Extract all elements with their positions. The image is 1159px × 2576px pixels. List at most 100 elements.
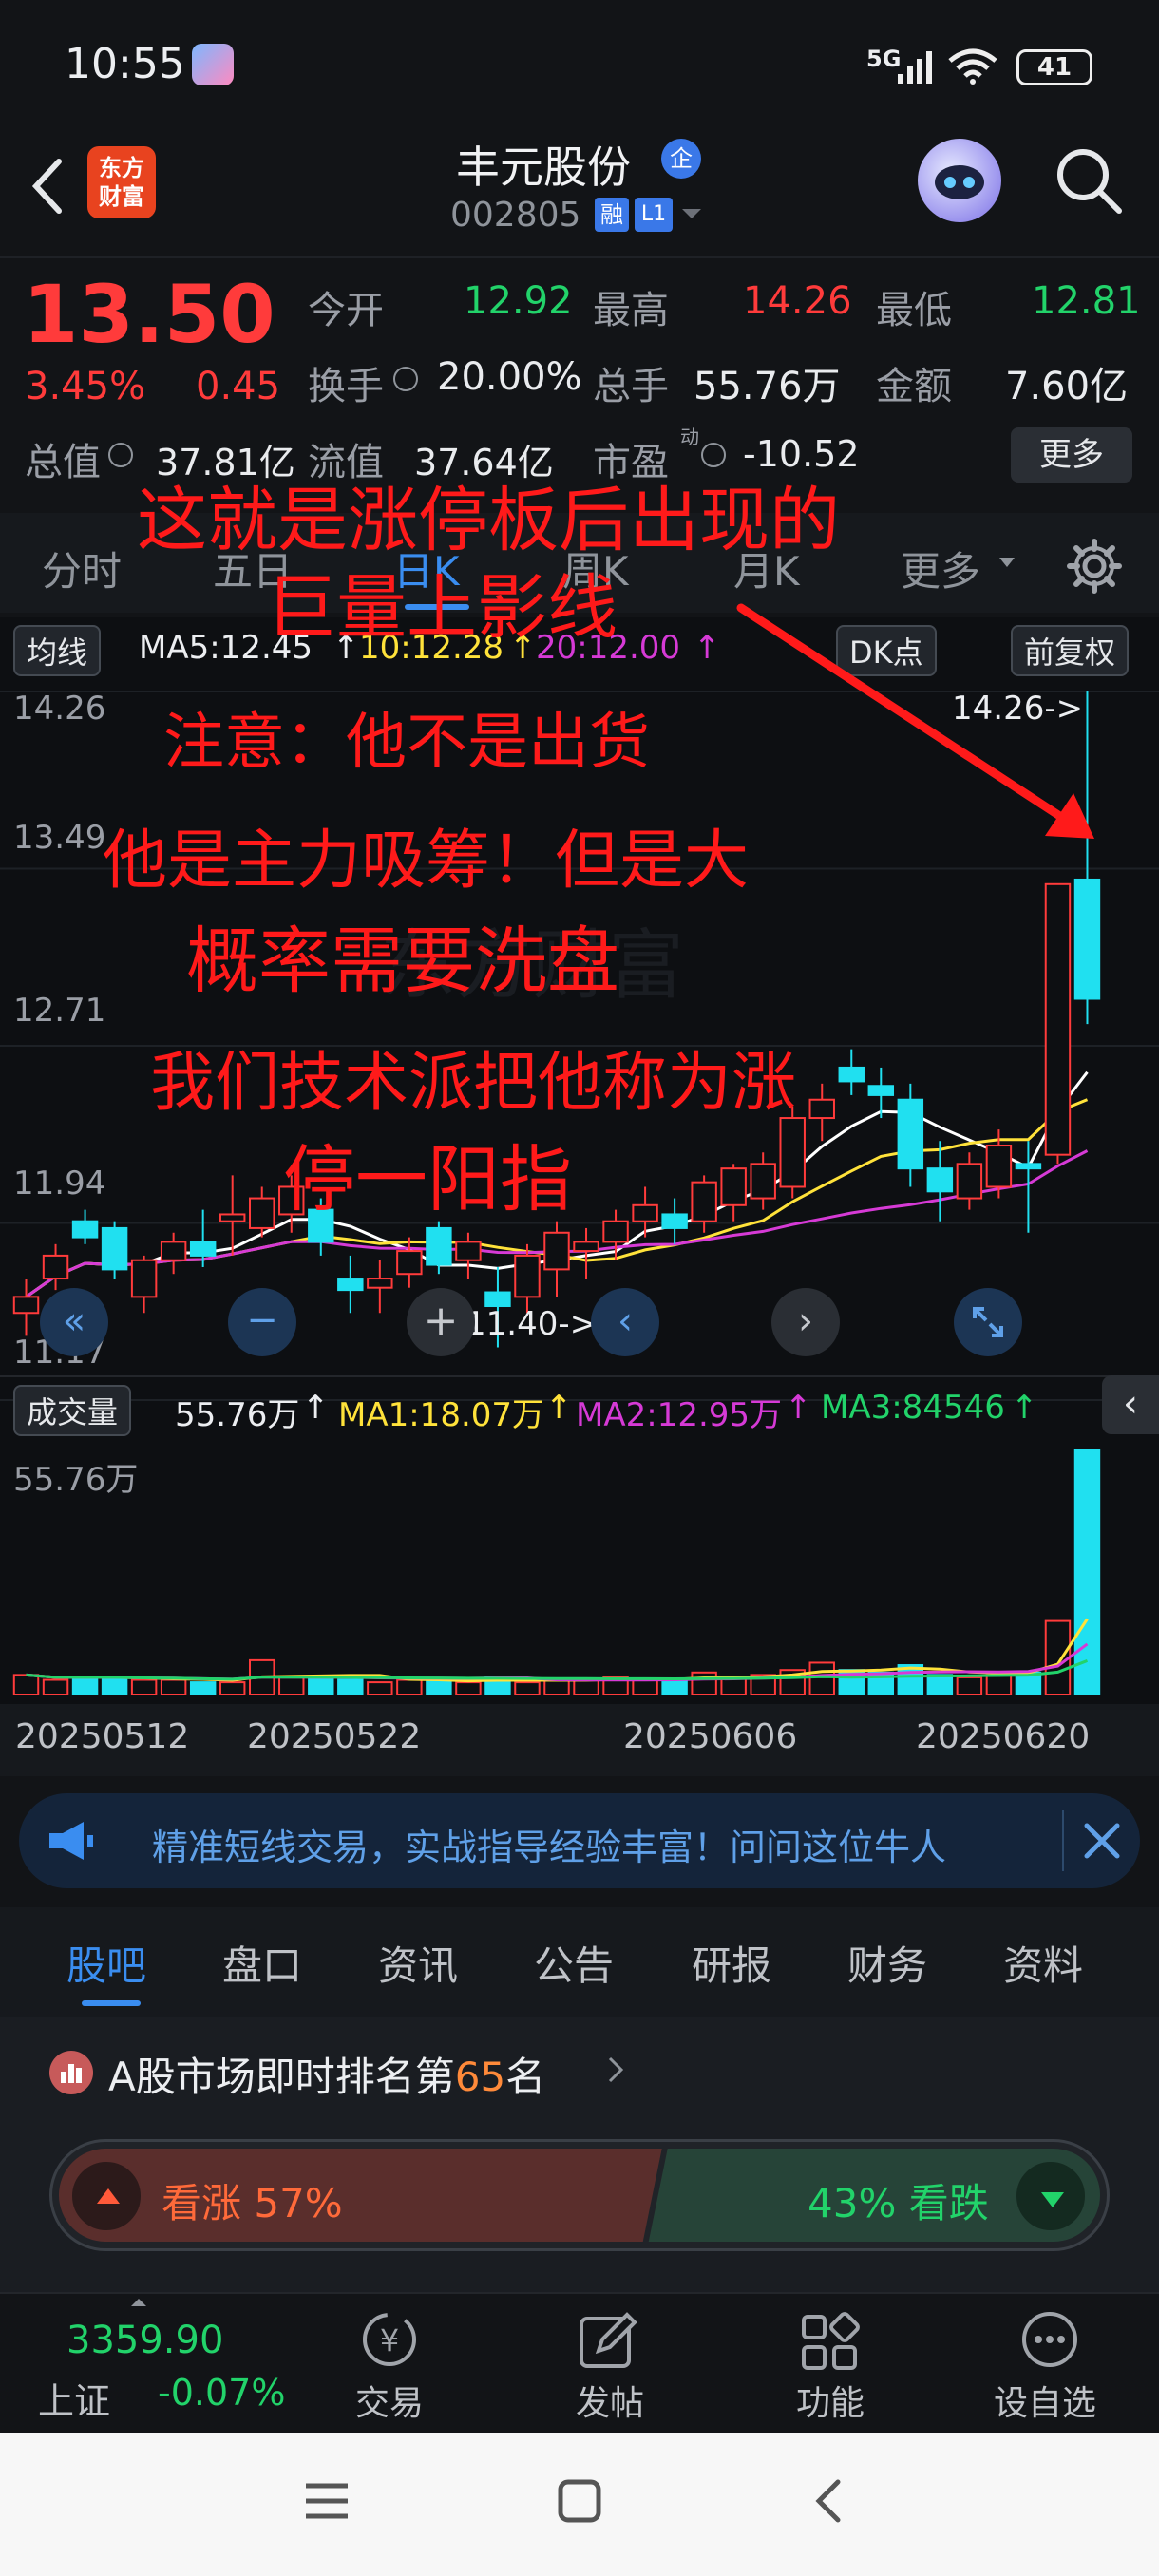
candle (71, 1209, 99, 1244)
rank-suffix: 名 (505, 2054, 546, 2100)
mktcap-label: 总值 (25, 441, 101, 484)
system-back-icon[interactable] (809, 2476, 847, 2526)
vote-up-fill (59, 2149, 662, 2242)
axis-label-4: 11.94 (13, 1165, 106, 1203)
svg-text:¥: ¥ (380, 2322, 399, 2358)
volume-bar (543, 1678, 570, 1696)
date-label-2: 20250522 (247, 1717, 422, 1756)
nav-functions-label[interactable]: 功能 (796, 2376, 864, 2425)
content-tab-indicator (82, 2000, 141, 2006)
open-label: 今开 (308, 289, 384, 332)
candle (130, 1255, 158, 1314)
wifi-icon (946, 47, 999, 85)
add-watchlist-icon[interactable] (1016, 2309, 1083, 2376)
candle-body (426, 1226, 452, 1266)
candle-body (130, 1259, 158, 1298)
close-icon[interactable] (1075, 1814, 1129, 1867)
candle-body (573, 1241, 599, 1253)
candle-body (808, 1098, 835, 1120)
candle (1015, 1141, 1042, 1233)
post-icon[interactable] (574, 2309, 640, 2376)
app-notification-icon (192, 44, 234, 85)
more-chevron-icon[interactable] (998, 555, 1016, 570)
annotation-line-4: 他是主力吸筹！但是大 (103, 824, 750, 899)
axis-label-top: 14.26 (13, 690, 106, 728)
candle (720, 1164, 747, 1222)
tab-news[interactable]: 资讯 (378, 1934, 458, 1992)
candle-body (750, 1163, 776, 1200)
scroll-right-icon[interactable]: › (771, 1288, 840, 1356)
volume-bar (42, 1678, 69, 1696)
scroll-start-icon[interactable]: « (40, 1288, 108, 1356)
candle (838, 1049, 864, 1095)
promo-banner[interactable]: 精准短线交易，实战指导经验丰富！问问这位牛人 (19, 1793, 1140, 1888)
index-change[interactable]: -0.07% (158, 2372, 285, 2414)
candle-body (42, 1254, 69, 1280)
volume-bar (455, 1681, 482, 1696)
candle-body (367, 1278, 393, 1289)
tab-profile[interactable]: 资料 (1003, 1934, 1083, 1992)
status-bar: 10:55 5G 41 (0, 0, 1159, 133)
tab-intraday[interactable]: 分时 (42, 540, 122, 597)
more-button[interactable]: 更多 (1011, 427, 1132, 483)
tab-research[interactable]: 研报 (692, 1934, 771, 1992)
rank-text: A股市场即时排名第65名 (108, 2045, 545, 2103)
home-icon[interactable] (555, 2476, 604, 2526)
date-label-3: 20250606 (623, 1717, 798, 1756)
candle-body (396, 1250, 423, 1276)
eastmoney-logo[interactable]: 东方 财富 (87, 146, 156, 218)
search-icon[interactable] (1053, 144, 1125, 217)
volume-chip[interactable]: 成交量 (13, 1385, 132, 1436)
volume-chart[interactable] (0, 1440, 1159, 1704)
volume-bar (71, 1676, 99, 1696)
index-name[interactable]: 上证 (38, 2372, 110, 2424)
scroll-left-icon[interactable]: ‹ (591, 1288, 659, 1356)
menu-icon[interactable] (302, 2478, 352, 2524)
mktcap-info-icon[interactable] (108, 443, 133, 467)
tab-more[interactable]: 更多 (901, 540, 980, 597)
volume-bar (632, 1678, 658, 1696)
vol-ma1-arrow: ↑ (545, 1389, 573, 1427)
battery-icon: 41 (1016, 49, 1092, 85)
settings-gear-icon[interactable] (1066, 538, 1123, 595)
volume-bar (661, 1678, 688, 1696)
volume-bar (218, 1681, 246, 1696)
zoom-out-icon[interactable]: − (228, 1288, 296, 1356)
tab-order-book[interactable]: 盘口 (222, 1934, 302, 1992)
vote-up-label[interactable]: 看涨 57% (162, 2171, 343, 2229)
vote-down-button[interactable] (1015, 2160, 1087, 2232)
vote-up-button[interactable] (70, 2160, 142, 2232)
candle (160, 1232, 187, 1275)
level1-tag[interactable]: L1 (635, 198, 673, 232)
nav-post-label[interactable]: 发帖 (576, 2376, 644, 2425)
market-rank-row[interactable]: A股市场即时排名第65名 (0, 2017, 1159, 2126)
nav-watchlist-label[interactable]: 设自选 (994, 2376, 1096, 2425)
tab-announcements[interactable]: 公告 (534, 1934, 614, 1992)
candle-body (720, 1167, 747, 1206)
candle (367, 1260, 393, 1314)
back-icon[interactable] (21, 148, 78, 224)
network-type: 5G (866, 46, 902, 72)
nav-trade-label[interactable]: 交易 (355, 2376, 424, 2425)
candle (543, 1221, 570, 1297)
collapse-panel-icon[interactable]: ‹ (1102, 1375, 1159, 1434)
low-label: 最低 (876, 289, 952, 332)
ma-selector[interactable]: 均线 (13, 625, 102, 676)
vol-ma3-arrow: ↑ (1011, 1389, 1038, 1427)
trade-icon[interactable]: ¥ (352, 2309, 428, 2376)
volume-selector[interactable]: 成交量 (13, 1385, 132, 1436)
tab-finance[interactable]: 财务 (847, 1934, 927, 1992)
volume-bar (278, 1676, 305, 1696)
chevron-down-icon[interactable] (680, 205, 703, 224)
info-icon[interactable] (393, 367, 418, 391)
open-value: 12.92 (464, 279, 573, 323)
index-value[interactable]: 3359.90 (66, 2319, 223, 2362)
candle-body (218, 1213, 246, 1222)
zoom-in-icon[interactable]: + (407, 1288, 475, 1356)
tab-guba[interactable]: 股吧 (66, 1934, 146, 1992)
functions-icon[interactable] (796, 2309, 863, 2376)
candle-body (189, 1241, 217, 1257)
vote-down-label[interactable]: 43% 看跌 (808, 2171, 989, 2229)
fullscreen-icon[interactable] (954, 1288, 1022, 1356)
assistant-avatar-icon[interactable] (918, 139, 1001, 222)
